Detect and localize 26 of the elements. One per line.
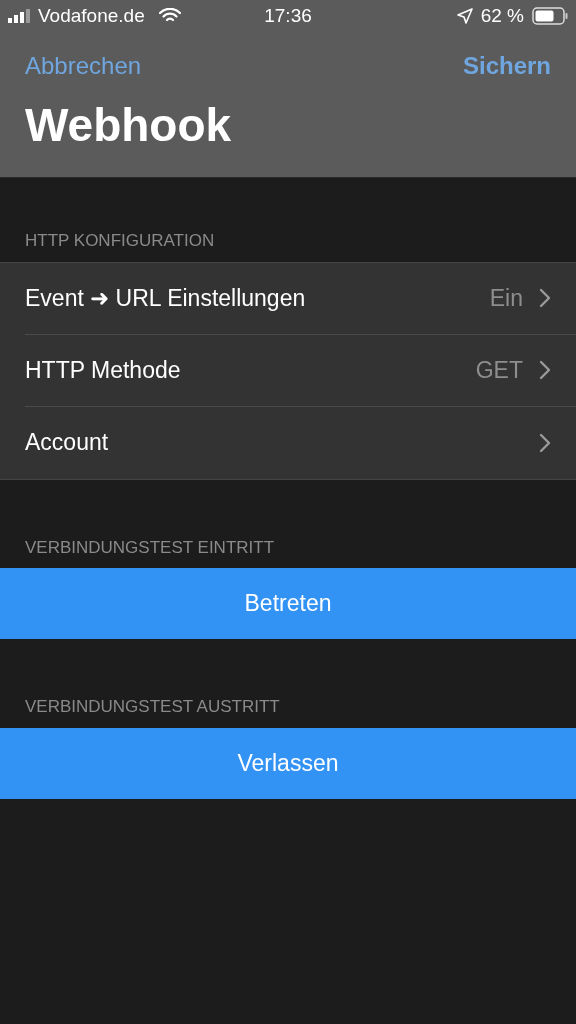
location-arrow-icon [456,8,473,24]
action-button[interactable]: Betreten [0,568,576,639]
battery-icon [532,7,568,25]
settings-row[interactable]: Event ➜ URL Einstellungen Ein [25,262,576,335]
battery-percent: 62 % [480,3,524,28]
row-label: HTTP Methode [25,355,182,385]
row-label: Account [25,428,110,458]
action-button[interactable]: Verlassen [0,727,576,799]
cancel-button[interactable]: Abbrechen [25,48,142,84]
clock: 17:36 [263,3,313,28]
signal-icon [8,9,32,23]
carrier-name: Vodafone.de [38,3,145,28]
row-value: GET [475,355,523,385]
section-header: VERBINDUNGSTEST AUSTRITT [25,697,280,716]
settings-row[interactable]: HTTP Methode GET [25,334,576,407]
section-header: VERBINDUNGSTEST EINTRITT [25,537,275,557]
row-value: Ein [489,283,523,313]
chevron-icon [539,360,551,380]
wifi-icon [158,8,181,24]
chevron-icon [539,288,551,308]
settings-row[interactable]: Account [25,406,576,479]
row-label: Event ➜ URL Einstellungen [25,283,307,313]
chevron-icon [539,432,551,453]
page-title: Webhook [24,102,233,148]
save-button[interactable]: Sichern [462,48,551,84]
section-header: HTTP KONFIGURATION [25,231,215,250]
